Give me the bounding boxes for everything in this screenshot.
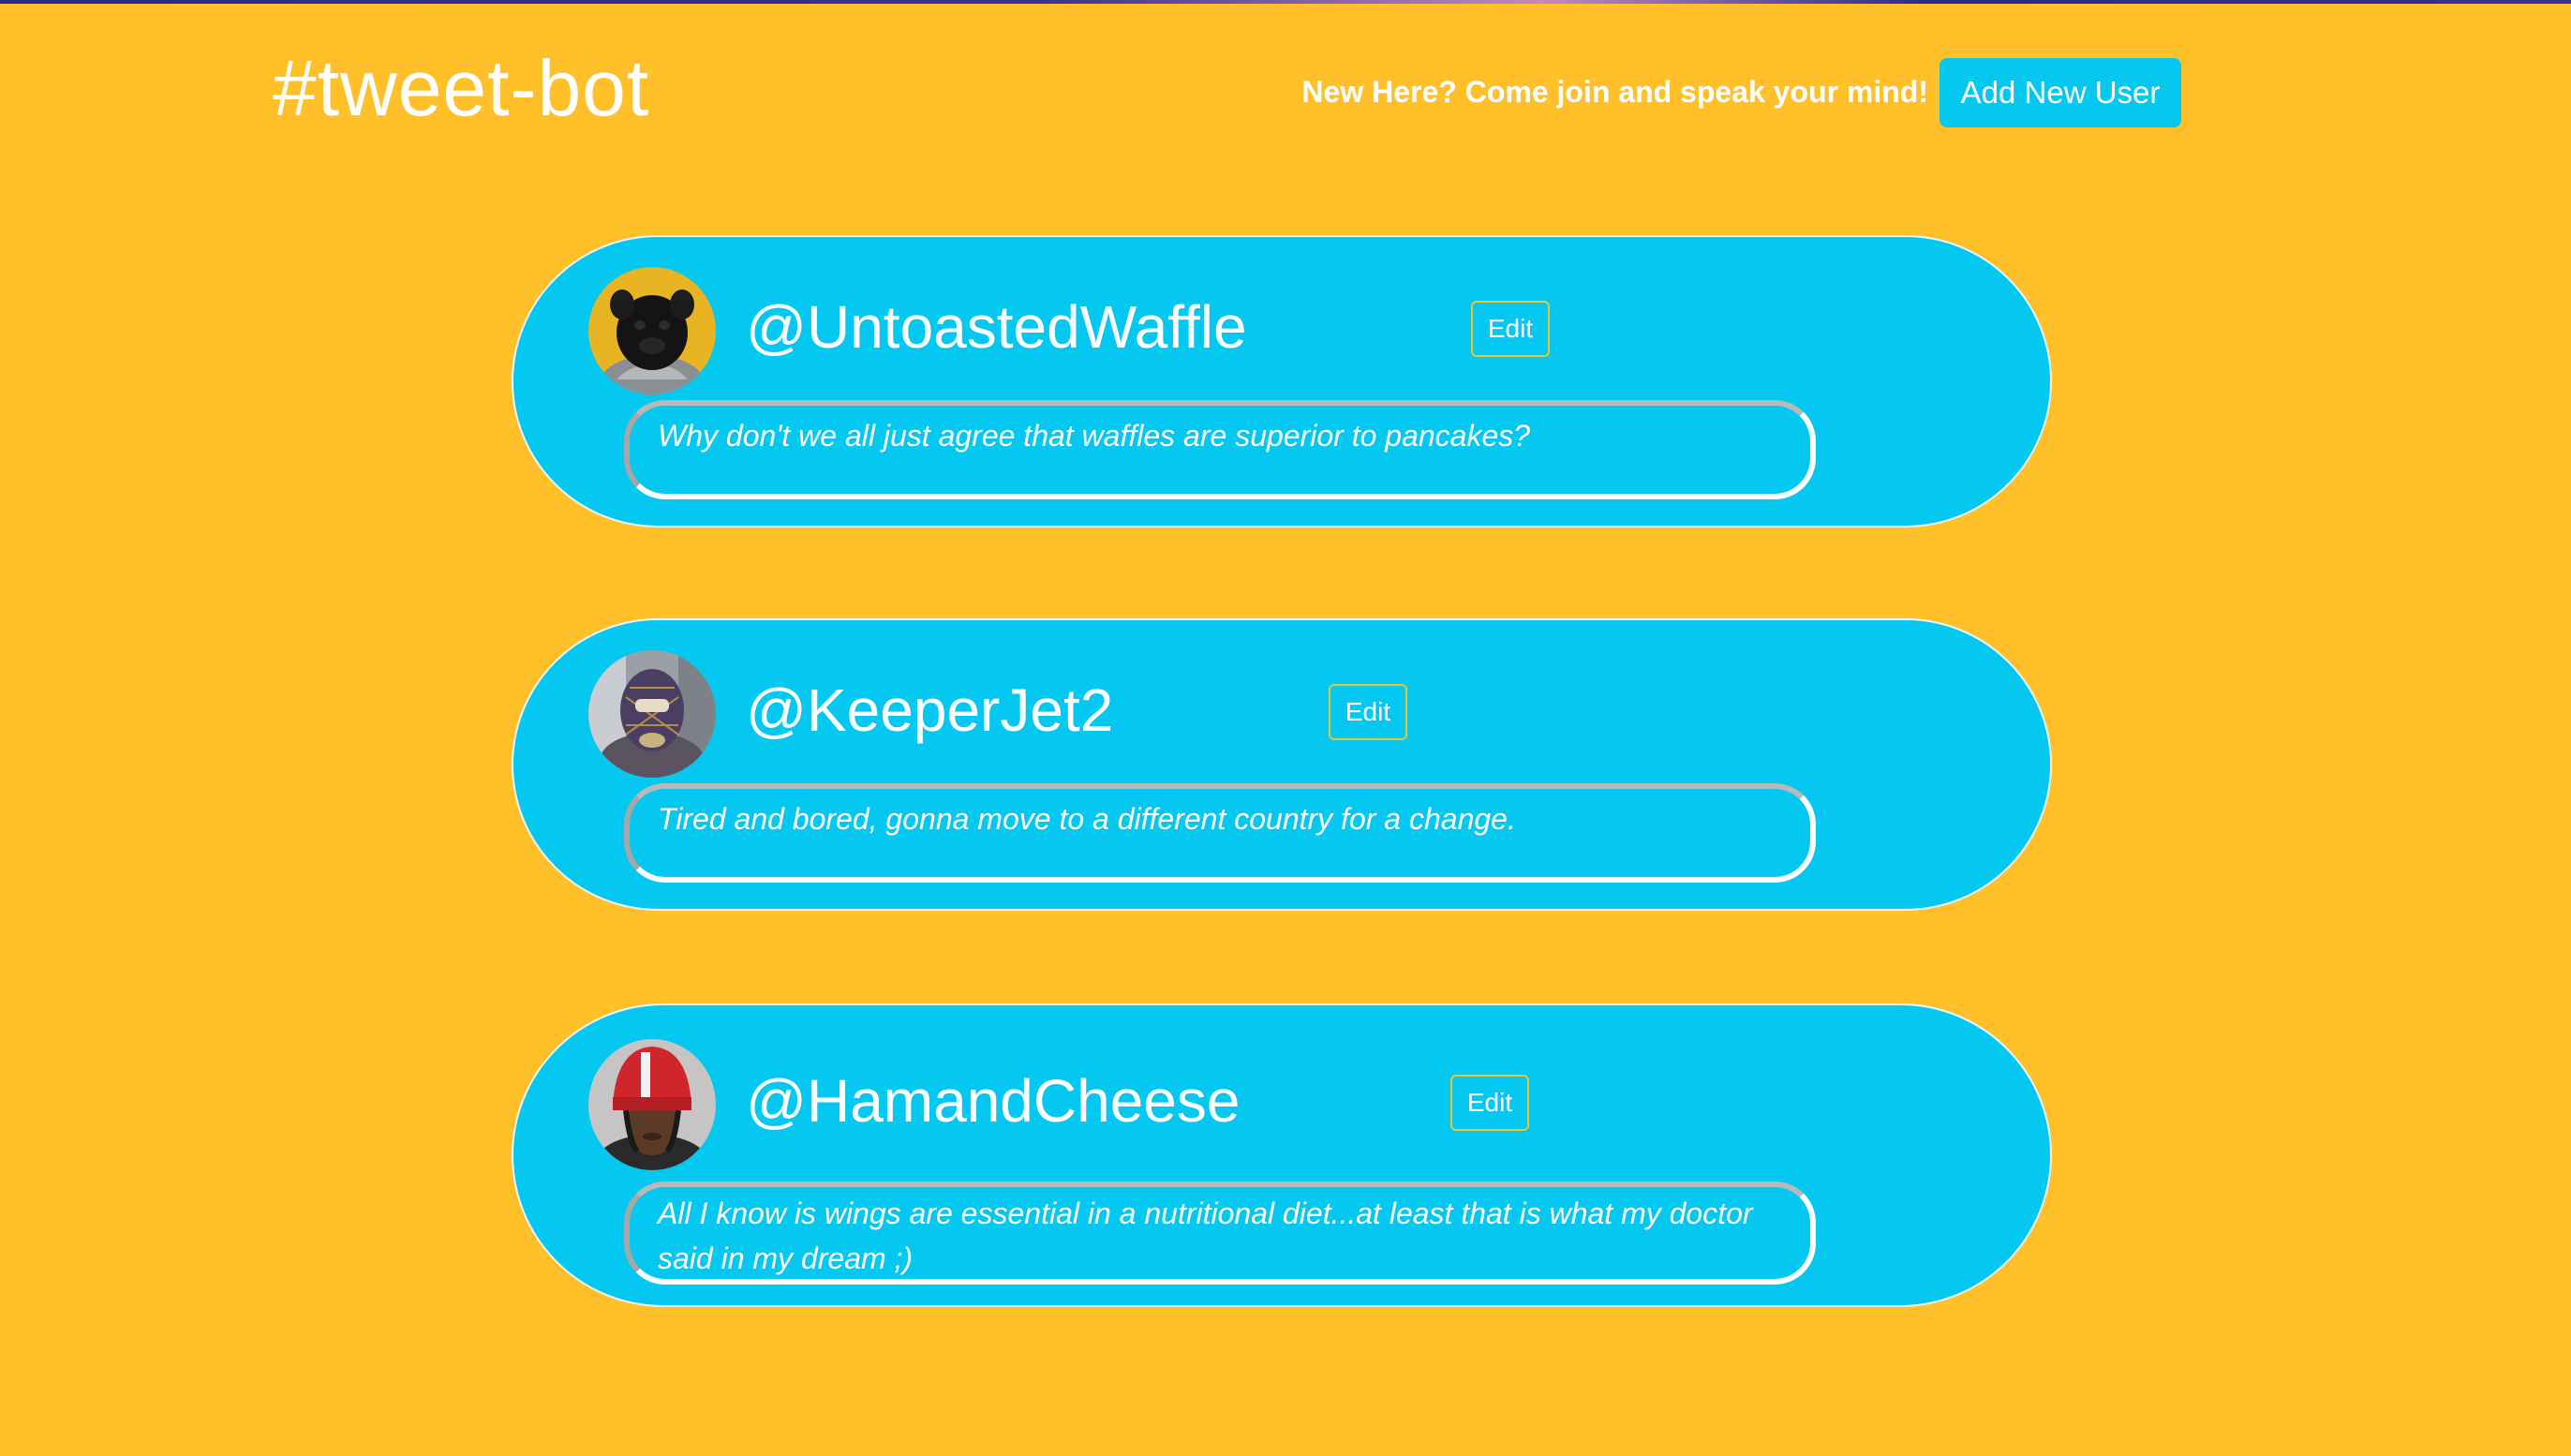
- brand-title: #tweet-bot: [273, 44, 650, 132]
- edit-button[interactable]: Edit: [1471, 301, 1550, 357]
- balaclava-avatar-image: [588, 650, 716, 778]
- tweet-box: Why don't we all just agree that waffles…: [624, 400, 1816, 499]
- edit-button[interactable]: Edit: [1329, 684, 1407, 740]
- red-hat-avatar-image: [588, 1039, 716, 1170]
- edit-button[interactable]: Edit: [1450, 1075, 1529, 1131]
- avatar: [588, 267, 716, 394]
- tweet-text: Tired and bored, gonna move to a differe…: [658, 802, 1516, 836]
- join-prompt-text: New Here? Come join and speak your mind!: [1301, 75, 1928, 109]
- avatar: [588, 650, 716, 778]
- user-handle: @UntoastedWaffle: [746, 293, 1247, 361]
- user-handle: @KeeperJet2: [746, 676, 1114, 744]
- user-card: @UntoastedWaffle Edit Why don't we all j…: [512, 235, 2052, 527]
- tweet-text: Why don't we all just agree that waffles…: [658, 419, 1531, 453]
- avatar: [588, 1039, 716, 1170]
- add-new-user-button[interactable]: Add New User: [1939, 58, 2181, 127]
- user-card: @HamandCheese Edit All I know is wings a…: [512, 1003, 2052, 1307]
- tweet-box: Tired and bored, gonna move to a differe…: [624, 783, 1816, 883]
- tweet-box: All I know is wings are essential in a n…: [624, 1181, 1816, 1285]
- window-top-strip: [0, 0, 2571, 4]
- pug-avatar-image: [588, 267, 716, 394]
- user-card: @KeeperJet2 Edit Tired and bored, gonna …: [512, 618, 2052, 911]
- tweet-text: All I know is wings are essential in a n…: [658, 1196, 1753, 1275]
- user-handle: @HamandCheese: [746, 1067, 1241, 1135]
